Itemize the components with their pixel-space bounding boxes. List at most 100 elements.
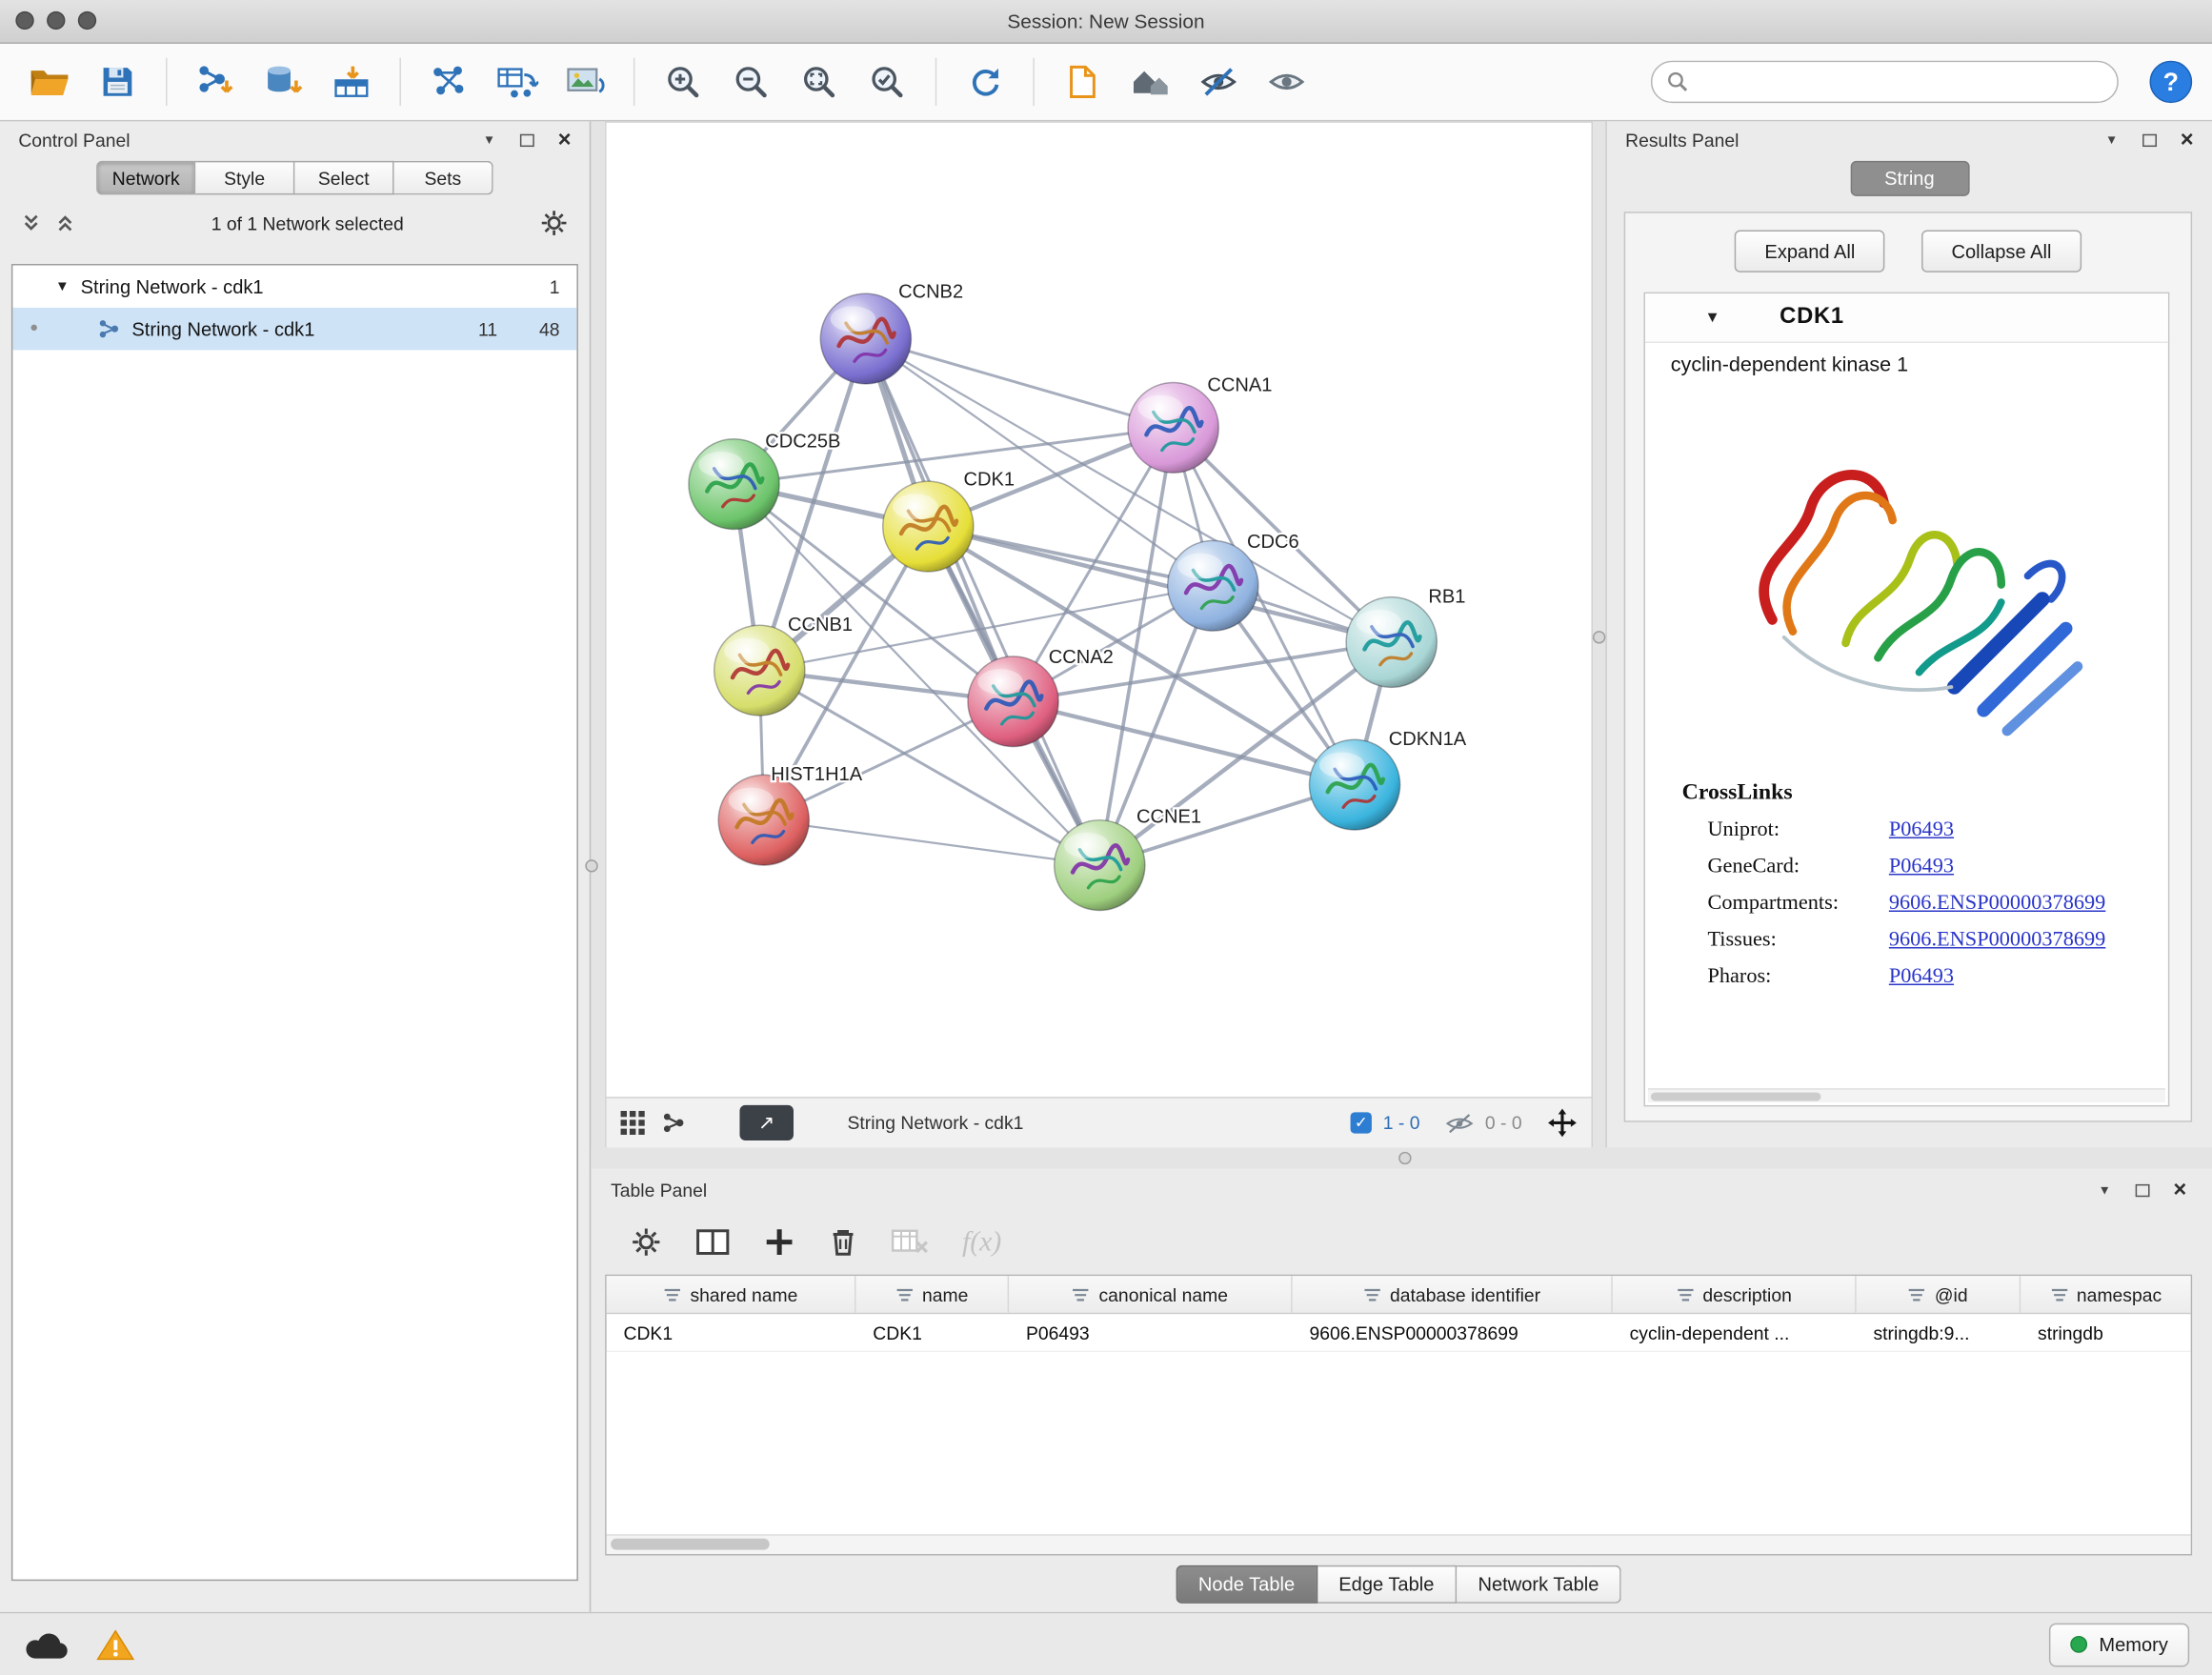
panel-menu-icon[interactable]: ▼ — [2105, 134, 2118, 147]
tab-style[interactable]: Style — [195, 161, 294, 195]
panel-close-icon[interactable]: × — [2181, 130, 2194, 152]
title-bar[interactable]: Session: New Session — [0, 0, 2212, 44]
search-input[interactable] — [1699, 70, 2103, 93]
detach-view-button[interactable]: ↗ — [739, 1105, 794, 1140]
show-graphics-details-eye-icon[interactable] — [1257, 52, 1316, 111]
cell-shared-name[interactable]: CDK1 — [607, 1314, 856, 1351]
cell-description[interactable]: cyclin-dependent ... — [1613, 1314, 1857, 1351]
panel-float-icon[interactable] — [519, 134, 533, 147]
panel-menu-icon[interactable]: ▼ — [2099, 1184, 2111, 1197]
network-edge-CCNB2-CCNE1[interactable] — [866, 339, 1099, 866]
collapse-all-icon[interactable] — [21, 213, 41, 233]
cloud-icon[interactable] — [23, 1628, 71, 1661]
zoom-in-icon[interactable] — [654, 52, 713, 111]
network-icon[interactable] — [662, 1111, 686, 1135]
right-splitter-handle[interactable] — [1593, 631, 1605, 643]
cell-database-identifier[interactable]: 9606.ENSP00000378699 — [1293, 1314, 1613, 1351]
expand-all-button[interactable]: Expand All — [1735, 230, 1884, 272]
network-node-CDC6[interactable] — [1168, 540, 1258, 631]
network-node-CDKN1A[interactable] — [1309, 739, 1399, 830]
zoom-fit-content-icon[interactable] — [790, 52, 849, 111]
tab-select[interactable]: Select — [294, 161, 393, 195]
column-header-canonical-name[interactable]: canonical name — [1009, 1276, 1293, 1313]
session-snapshot-icon[interactable] — [1053, 52, 1112, 111]
cell-namespace[interactable]: stringdb — [2021, 1314, 2190, 1351]
left-splitter-handle[interactable] — [585, 859, 597, 872]
table-row-cdk1[interactable]: CDK1 CDK1 P06493 9606.ENSP00000378699 cy… — [607, 1314, 2191, 1352]
apply-preferred-layout-icon[interactable] — [955, 52, 1015, 111]
card-caret-icon[interactable]: ▼ — [1704, 309, 1719, 326]
network-node-HIST1H1A[interactable] — [718, 775, 809, 865]
tab-node-table[interactable]: Node Table — [1176, 1564, 1317, 1603]
network-node-CCNA2[interactable] — [968, 656, 1058, 747]
memory-button[interactable]: Memory — [2049, 1623, 2189, 1666]
tissues-link[interactable]: 9606.ENSP00000378699 — [1889, 928, 2105, 952]
network-node-CCNB2[interactable] — [820, 293, 911, 384]
delete-column-trash-icon[interactable] — [829, 1226, 857, 1258]
window-minimize-button[interactable] — [47, 11, 65, 30]
network-edge-CCNB2-CCNA1[interactable] — [866, 339, 1174, 428]
network-node-CCNB1[interactable] — [714, 625, 805, 716]
column-header-id[interactable]: @id — [1857, 1276, 2021, 1313]
collapse-all-button[interactable]: Collapse All — [1921, 230, 2081, 272]
panel-close-icon[interactable]: × — [2173, 1180, 2186, 1202]
tree-caret-icon[interactable]: ▼ — [55, 279, 70, 294]
selected-checkbox-icon[interactable]: ✓ — [1351, 1112, 1372, 1133]
network-node-CDC25B[interactable] — [689, 439, 779, 530]
window-zoom-button[interactable] — [78, 11, 96, 30]
network-edge-CDK1-RB1[interactable] — [928, 527, 1391, 642]
tab-edge-table[interactable]: Edge Table — [1317, 1564, 1457, 1603]
save-session-icon[interactable] — [88, 52, 147, 111]
expand-all-icon[interactable] — [55, 213, 75, 233]
pharos-link[interactable]: P06493 — [1889, 965, 1954, 989]
zoom-selected-icon[interactable] — [857, 52, 916, 111]
import-network-from-file-icon[interactable] — [186, 52, 245, 111]
network-node-RB1[interactable] — [1346, 597, 1437, 688]
cell-canonical-name[interactable]: P06493 — [1009, 1314, 1293, 1351]
add-column-icon[interactable] — [695, 1228, 730, 1257]
uniprot-link[interactable]: P06493 — [1889, 817, 1954, 841]
hide-details-eye-slash-icon[interactable] — [1189, 52, 1248, 111]
network-row[interactable]: ● String Network - cdk1 11 48 — [12, 308, 576, 350]
pan-crosshair-icon[interactable] — [1547, 1108, 1577, 1138]
tab-sets[interactable]: Sets — [394, 161, 493, 195]
splitter-handle[interactable] — [1398, 1152, 1411, 1164]
open-session-icon[interactable] — [20, 52, 79, 111]
panel-float-icon[interactable] — [2135, 1184, 2149, 1197]
card-horizontal-scrollbar[interactable] — [1648, 1088, 2165, 1102]
genecard-link[interactable]: P06493 — [1889, 855, 1954, 878]
panel-close-icon[interactable]: × — [558, 130, 572, 152]
network-edge-HIST1H1A-CCNE1[interactable] — [764, 820, 1100, 865]
help-button[interactable]: ? — [2150, 61, 2193, 103]
tab-network[interactable]: Network — [96, 161, 195, 195]
scrollbar-thumb[interactable] — [611, 1539, 770, 1550]
warning-icon[interactable] — [96, 1628, 134, 1661]
network-node-CDK1[interactable] — [883, 481, 974, 572]
network-collection-row[interactable]: ▼ String Network - cdk1 1 — [12, 266, 576, 308]
horizontal-splitter[interactable] — [591, 1147, 2212, 1168]
table-horizontal-scrollbar[interactable] — [607, 1534, 2191, 1554]
network-node-CCNA1[interactable] — [1128, 382, 1218, 473]
panel-float-icon[interactable] — [2142, 134, 2157, 147]
column-header-name[interactable]: name — [855, 1276, 1009, 1313]
toolbar-search[interactable] — [1651, 61, 2119, 103]
birdseye-home-icon[interactable] — [1121, 52, 1180, 111]
tab-string[interactable]: String — [1850, 161, 1969, 196]
gear-icon[interactable] — [540, 209, 569, 237]
column-header-database-identifier[interactable]: database identifier — [1293, 1276, 1613, 1313]
clone-network-icon[interactable] — [488, 52, 547, 111]
add-row-plus-icon[interactable] — [764, 1226, 795, 1258]
network-node-CCNE1[interactable] — [1055, 820, 1145, 911]
cell-name[interactable]: CDK1 — [855, 1314, 1009, 1351]
zoom-out-icon[interactable] — [721, 52, 780, 111]
hidden-eye-slash-icon[interactable] — [1445, 1112, 1474, 1135]
window-close-button[interactable] — [15, 11, 33, 30]
new-network-icon[interactable] — [419, 52, 478, 111]
column-header-description[interactable]: description — [1613, 1276, 1857, 1313]
grid-view-icon[interactable] — [621, 1111, 645, 1135]
import-table-from-file-icon[interactable] — [322, 52, 381, 111]
panel-menu-icon[interactable]: ▼ — [483, 134, 495, 147]
column-header-namespace[interactable]: namespac — [2021, 1276, 2190, 1313]
column-header-shared-name[interactable]: shared name — [607, 1276, 856, 1313]
import-network-from-database-icon[interactable] — [253, 52, 312, 111]
